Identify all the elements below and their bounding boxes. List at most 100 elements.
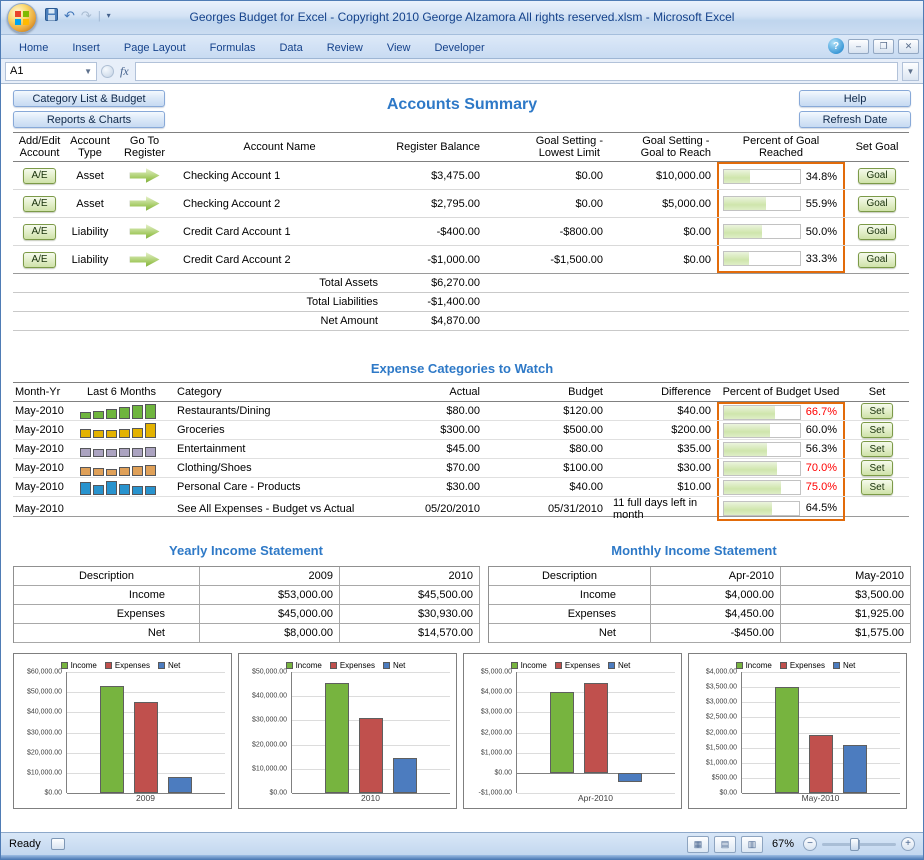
go-to-register-arrow-icon[interactable]	[130, 196, 160, 211]
value: $1,575.00	[781, 624, 911, 643]
expense-budget: $100.00	[486, 459, 609, 477]
set-goal-button[interactable]: Goal	[858, 252, 895, 268]
value: $45,000.00	[200, 605, 340, 624]
add-edit-account-button[interactable]: A/E	[23, 168, 55, 184]
chart-bar-net	[843, 745, 867, 793]
six-month-sparkline	[74, 404, 156, 419]
goal-percent: 33.3%	[806, 253, 837, 265]
normal-view-button[interactable]: ▦	[687, 836, 709, 853]
name-box[interactable]: A1 ▼	[5, 62, 97, 81]
goal-progress-cell: 55.9%	[717, 190, 845, 217]
goal-progress-cell: 33.3%	[717, 246, 845, 273]
account-type: Liability	[66, 246, 114, 273]
row-label: Income	[14, 586, 200, 605]
restore-button[interactable]: ❐	[873, 39, 894, 54]
row-label: Net	[14, 624, 200, 643]
tab-data[interactable]: Data	[267, 39, 314, 58]
tab-developer[interactable]: Developer	[422, 39, 496, 58]
macro-record-icon[interactable]	[51, 838, 65, 850]
six-month-sparkline	[74, 461, 156, 476]
refresh-date-button[interactable]: Refresh Date	[799, 111, 911, 128]
month-yr: May-2010	[13, 402, 74, 420]
go-to-register-arrow-icon[interactable]	[130, 168, 160, 183]
chart-2009: IncomeExpensesNet $60,000.00$50,000.00$4…	[13, 653, 232, 809]
help-icon[interactable]: ?	[828, 38, 844, 54]
expense-difference: $30.00	[609, 459, 717, 477]
six-month-sparkline	[74, 442, 156, 457]
account-type: Asset	[66, 162, 114, 189]
total-value: -$1,400.00	[384, 293, 486, 311]
tab-page-layout[interactable]: Page Layout	[112, 39, 198, 58]
total-liabilities-row: Total Liabilities -$1,400.00	[13, 293, 909, 312]
expense-actual: $45.00	[384, 440, 486, 458]
chart-2010: IncomeExpensesNet $50,000.00$40,000.00$3…	[238, 653, 457, 809]
set-budget-button[interactable]: Set	[861, 422, 892, 438]
set-goal-button[interactable]: Goal	[858, 196, 895, 212]
expense-row: May-2010 Groceries $300.00 $500.00 $200.…	[13, 421, 909, 440]
name-box-chevron-icon[interactable]: ▼	[84, 67, 92, 76]
col-go-to-register: Go To Register	[114, 133, 175, 161]
expense-row: May-2010 Personal Care - Products $30.00…	[13, 478, 909, 497]
total-value: $6,270.00	[384, 274, 486, 292]
chart-bar-net	[393, 758, 417, 793]
tab-view[interactable]: View	[375, 39, 423, 58]
minimize-button[interactable]: –	[848, 39, 869, 54]
row-label: Expenses	[14, 605, 200, 624]
fx-label[interactable]: fx	[118, 64, 131, 79]
set-budget-button[interactable]: Set	[861, 460, 892, 476]
six-month-sparkline	[74, 423, 156, 438]
col-description: Description	[14, 567, 200, 586]
set-budget-button[interactable]: Set	[861, 403, 892, 419]
budget-used-percent: 70.0%	[806, 462, 837, 474]
set-goal-button[interactable]: Goal	[858, 168, 895, 184]
zoom-level[interactable]: 67%	[772, 838, 794, 850]
insert-function-icon[interactable]	[101, 65, 114, 78]
expand-formula-bar-chevron-icon[interactable]: ▼	[902, 62, 919, 81]
yearly-income-title: Yearly Income Statement	[13, 543, 479, 558]
formula-bar: A1 ▼ fx ▼	[1, 59, 923, 84]
expense-difference: $10.00	[609, 478, 717, 496]
zoom-slider-thumb[interactable]	[850, 838, 859, 851]
col-month-yr: Month-Yr	[13, 383, 74, 401]
status-ready: Ready	[9, 838, 41, 850]
go-to-register-arrow-icon[interactable]	[130, 252, 160, 267]
zoom-out-button[interactable]: −	[803, 837, 817, 851]
formula-input[interactable]	[135, 62, 898, 81]
value: $4,000.00	[651, 586, 781, 605]
budget-used-cell: 60.0%	[717, 421, 845, 439]
add-edit-account-button[interactable]: A/E	[23, 252, 55, 268]
budget-used-percent: 75.0%	[806, 481, 837, 493]
tab-home[interactable]: Home	[7, 39, 60, 58]
add-edit-account-button[interactable]: A/E	[23, 224, 55, 240]
col-percent-budget-used: Percent of Budget Used	[717, 383, 845, 401]
tab-formulas[interactable]: Formulas	[198, 39, 268, 58]
tab-review[interactable]: Review	[315, 39, 375, 58]
page-layout-view-button[interactable]: ▤	[714, 836, 736, 853]
set-budget-button[interactable]: Set	[861, 479, 892, 495]
goal-lowest-limit: -$1,500.00	[486, 246, 609, 273]
col-2009: 2009	[200, 567, 340, 586]
page-break-view-button[interactable]: ▥	[741, 836, 763, 853]
chart-y-axis: $60,000.00$50,000.00$40,000.00$30,000.00…	[16, 672, 66, 793]
goal-to-reach: $0.00	[609, 218, 717, 245]
zoom-slider[interactable]	[822, 843, 896, 846]
tab-insert[interactable]: Insert	[60, 39, 112, 58]
expense-actual: $80.00	[384, 402, 486, 420]
help-button[interactable]: Help	[799, 90, 911, 107]
close-button[interactable]: ✕	[898, 39, 919, 54]
set-goal-button[interactable]: Goal	[858, 224, 895, 240]
month-progress-cell: 64.5%	[717, 497, 845, 521]
value: -$450.00	[651, 624, 781, 643]
month-progress-bar	[723, 501, 800, 516]
expense-difference: $200.00	[609, 421, 717, 439]
register-balance: $3,475.00	[384, 162, 486, 189]
budget-used-cell: 66.7%	[717, 402, 845, 420]
chart-bar-expenses	[584, 683, 608, 773]
add-edit-account-button[interactable]: A/E	[23, 196, 55, 212]
zoom-in-button[interactable]: +	[901, 837, 915, 851]
zoom-slider-notch	[859, 840, 860, 849]
set-budget-button[interactable]: Set	[861, 441, 892, 457]
expense-category: Restaurants/Dining	[169, 402, 384, 420]
go-to-register-arrow-icon[interactable]	[130, 224, 160, 239]
chart-plot	[516, 672, 675, 793]
